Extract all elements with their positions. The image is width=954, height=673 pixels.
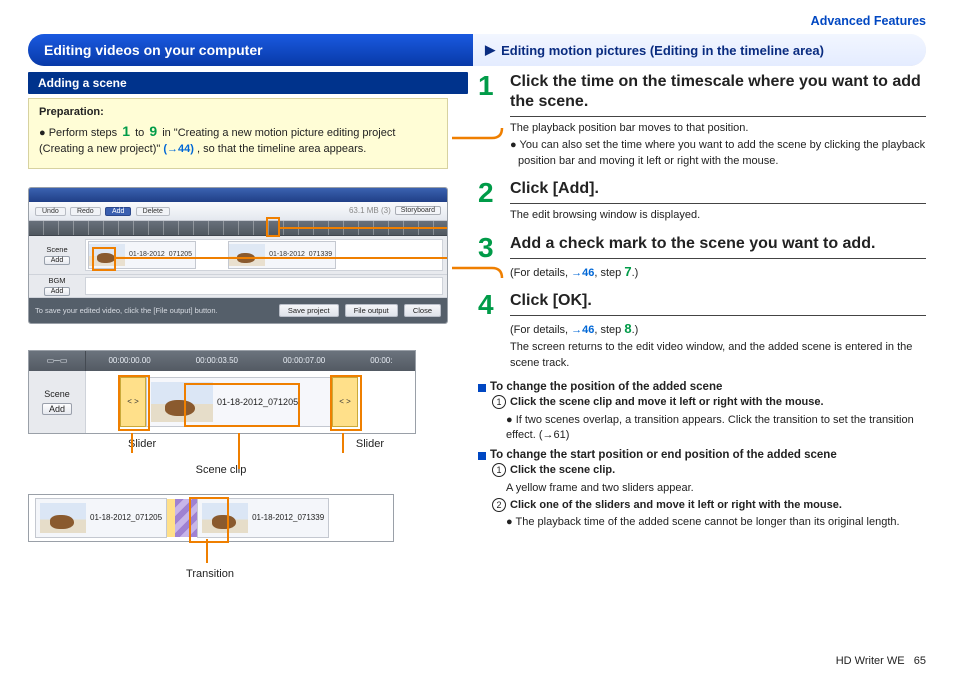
chevron-right-icon: ▶ [485,42,495,58]
prep-text: Perform steps [49,127,121,139]
prep-title: Preparation: [39,106,104,118]
step-3: 3 Add a check mark to the scene you want… [478,234,926,283]
step-title: Click [Add]. [510,179,926,199]
scene-clip[interactable]: 01-18-2012_071339 [197,498,329,538]
square-bullet-icon [478,452,486,460]
breadcrumb: Editing videos on your computer ▶ Editin… [28,34,926,66]
page-footer: HD Writer WE 65 [836,655,926,667]
step-number: 2 [478,179,500,225]
bgm-track-label: BGM [48,276,65,285]
transition-figure: 01-18-2012_071205 01-18-2012_071339 [28,494,394,542]
page-link[interactable]: (→61) [539,429,570,441]
page-link[interactable]: (→44) [163,143,194,155]
scene-clip[interactable]: 01-18-2012_071205 [146,377,340,427]
time-tick: 00:00: [370,356,392,365]
scene-clip[interactable]: 01-18-2012_071339 [228,241,336,269]
circled-number-icon: 2 [492,498,506,512]
sceneclip-label: Scene clip [28,464,414,476]
bgm-add-button[interactable]: Add [44,287,70,296]
step-title: Add a check mark to the scene you want t… [510,234,926,254]
add-button[interactable]: Add [42,403,72,415]
scene-label: Scene [44,389,70,399]
slider-left[interactable]: < > [120,377,146,427]
slider-label: Slider [356,438,384,450]
transition-label: Transition [28,568,392,580]
add-button[interactable]: Add [105,207,131,216]
save-project-button[interactable]: Save project [279,304,339,317]
redo-button[interactable]: Redo [70,207,101,216]
time-tick: 00:00:00.00 [108,356,150,365]
circled-number-icon: 1 [492,395,506,409]
close-button[interactable]: Close [404,304,441,317]
subsection-position: To change the position of the added scen… [478,381,926,443]
section-link[interactable]: Advanced Features [28,14,926,28]
page-link[interactable]: →46 [571,267,594,279]
size-label: 63.1 MB (3) [349,206,391,215]
scene-clip[interactable]: 01-18-2012_071205 [88,241,196,269]
timescale[interactable] [29,221,447,236]
file-output-button[interactable]: File output [345,304,398,317]
delete-button[interactable]: Delete [136,207,170,216]
scene-lane[interactable]: 01-18-2012_071205 01-18-2012_071339 [85,239,443,271]
subheader: Adding a scene [28,72,468,94]
scene-add-button[interactable]: Add [44,256,70,265]
storyboard-button[interactable]: Storyboard [395,206,441,215]
zoom-icon[interactable]: ▭─▭ [47,356,68,365]
step-ref: 9 [147,123,159,139]
step-title: Click [OK]. [510,291,926,311]
breadcrumb-left: Editing videos on your computer [28,34,473,66]
time-tick: 00:00:03.50 [196,356,238,365]
app-screenshot: Undo Redo Add Delete 63.1 MB (3) Storybo… [28,187,448,324]
scene-clip[interactable]: 01-18-2012_071205 [35,498,167,538]
preparation-box: Preparation: ● Perform steps 1 to 9 in "… [28,98,448,169]
step-title: Click the time on the timescale where yo… [510,72,926,112]
step-2: 2 Click [Add]. The edit browsing window … [478,179,926,225]
slider-right[interactable]: < > [332,377,358,427]
time-tick: 00:00:07.00 [283,356,325,365]
page-link[interactable]: →46 [571,324,594,336]
circled-number-icon: 1 [492,463,506,477]
breadcrumb-title: Editing motion pictures (Editing in the … [501,43,824,58]
clip-filename: 01-18-2012_071205 [217,397,298,407]
bgm-lane[interactable] [85,277,443,295]
slider-label: Slider [128,438,156,450]
transition-strip[interactable] [167,499,197,537]
square-bullet-icon [478,384,486,392]
step-1: 1 Click the time on the timescale where … [478,72,926,171]
undo-button[interactable]: Undo [35,207,66,216]
step-number: 3 [478,234,500,283]
breadcrumb-right: ▶ Editing motion pictures (Editing in th… [473,34,926,66]
step-number: 1 [478,72,500,171]
closeup-timeline: ▭─▭ 00:00:00.00 00:00:03.50 00:00:07.00 … [28,350,416,434]
scene-track-label: Scene [46,245,67,254]
subsection-trim: To change the start position or end posi… [478,449,926,531]
step-number: 4 [478,291,500,373]
footer-message: To save your edited video, click the [Fi… [35,306,218,315]
step-4: 4 Click [OK]. (For details, →46, step 8.… [478,291,926,373]
thumbnail [151,382,213,422]
step-ref: 1 [120,123,132,139]
